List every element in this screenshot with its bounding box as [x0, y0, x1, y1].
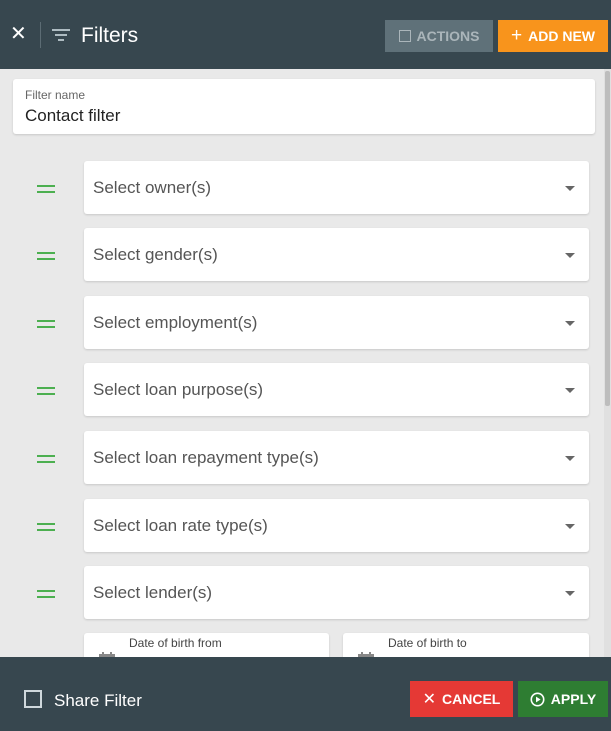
caret-down-icon [565, 253, 575, 258]
loan-purpose-select[interactable]: Select loan purpose(s) [84, 363, 589, 416]
loan-rate-type-select-placeholder: Select loan rate type(s) [93, 516, 268, 535]
filters-header: ✕ Filters ACTIONS + ADD NEW [0, 0, 611, 69]
filter-name-value[interactable]: Contact filter [25, 106, 120, 126]
close-icon: ✕ [422, 691, 437, 708]
plus-icon: + [511, 25, 523, 46]
owner-select-placeholder: Select owner(s) [93, 178, 212, 197]
lender-select[interactable]: Select lender(s) [84, 566, 589, 619]
drag-handle-icon[interactable] [37, 185, 55, 193]
header-divider [40, 22, 41, 48]
drag-handle-icon[interactable] [37, 252, 55, 260]
drag-handle-icon[interactable] [37, 320, 55, 328]
scrollbar-thumb[interactable] [605, 71, 610, 406]
loan-rate-type-select[interactable]: Select loan rate type(s) [84, 499, 589, 552]
loan-repayment-type-select-placeholder: Select loan repayment type(s) [93, 448, 319, 467]
employment-select[interactable]: Select employment(s) [84, 296, 589, 349]
caret-down-icon [565, 388, 575, 393]
drag-handle-icon[interactable] [37, 523, 55, 531]
drag-handle-icon[interactable] [37, 590, 55, 598]
checkbox-icon [398, 30, 411, 42]
owner-select[interactable]: Select owner(s) [84, 161, 589, 214]
filter-name-label: Filter name [25, 88, 86, 102]
caret-down-icon [565, 321, 575, 326]
loan-repayment-type-select[interactable]: Select loan repayment type(s) [84, 431, 589, 484]
caret-down-icon [565, 591, 575, 596]
filters-footer: Share Filter ✕ CANCEL APPLY [0, 657, 611, 731]
loan-purpose-select-placeholder: Select loan purpose(s) [93, 380, 264, 399]
cancel-label: CANCEL [442, 691, 501, 707]
close-icon[interactable]: ✕ [10, 22, 32, 46]
employment-select-placeholder: Select employment(s) [93, 313, 258, 332]
date-of-birth-from-field[interactable]: Date of birth from [84, 633, 329, 657]
drag-handle-icon[interactable] [37, 455, 55, 463]
lender-select-placeholder: Select lender(s) [93, 583, 213, 602]
page-title: Filters [81, 24, 139, 47]
gender-select[interactable]: Select gender(s) [84, 228, 589, 281]
date-of-birth-from-label: Date of birth from [129, 636, 222, 650]
caret-down-icon [565, 186, 575, 191]
play-circle-icon [530, 692, 545, 706]
caret-down-icon [565, 456, 575, 461]
add-new-button[interactable]: + ADD NEW [498, 20, 608, 52]
actions-label: ACTIONS [416, 28, 480, 44]
caret-down-icon [565, 524, 575, 529]
filter-icon [52, 29, 70, 41]
drag-handle-icon[interactable] [37, 387, 55, 395]
date-of-birth-to-label: Date of birth to [388, 636, 467, 650]
apply-button[interactable]: APPLY [518, 681, 608, 717]
apply-label: APPLY [550, 691, 597, 707]
filters-content: Filter name Contact filter Select owner(… [0, 69, 604, 657]
cancel-button[interactable]: ✕ CANCEL [410, 681, 513, 717]
gender-select-placeholder: Select gender(s) [93, 245, 218, 264]
actions-button[interactable]: ACTIONS [385, 20, 493, 52]
add-new-label: ADD NEW [528, 28, 595, 44]
share-filter-checkbox[interactable] [24, 690, 42, 708]
filter-name-field[interactable]: Filter name Contact filter [13, 79, 595, 134]
date-of-birth-to-field[interactable]: Date of birth to [343, 633, 589, 657]
share-filter-label[interactable]: Share Filter [54, 691, 142, 711]
